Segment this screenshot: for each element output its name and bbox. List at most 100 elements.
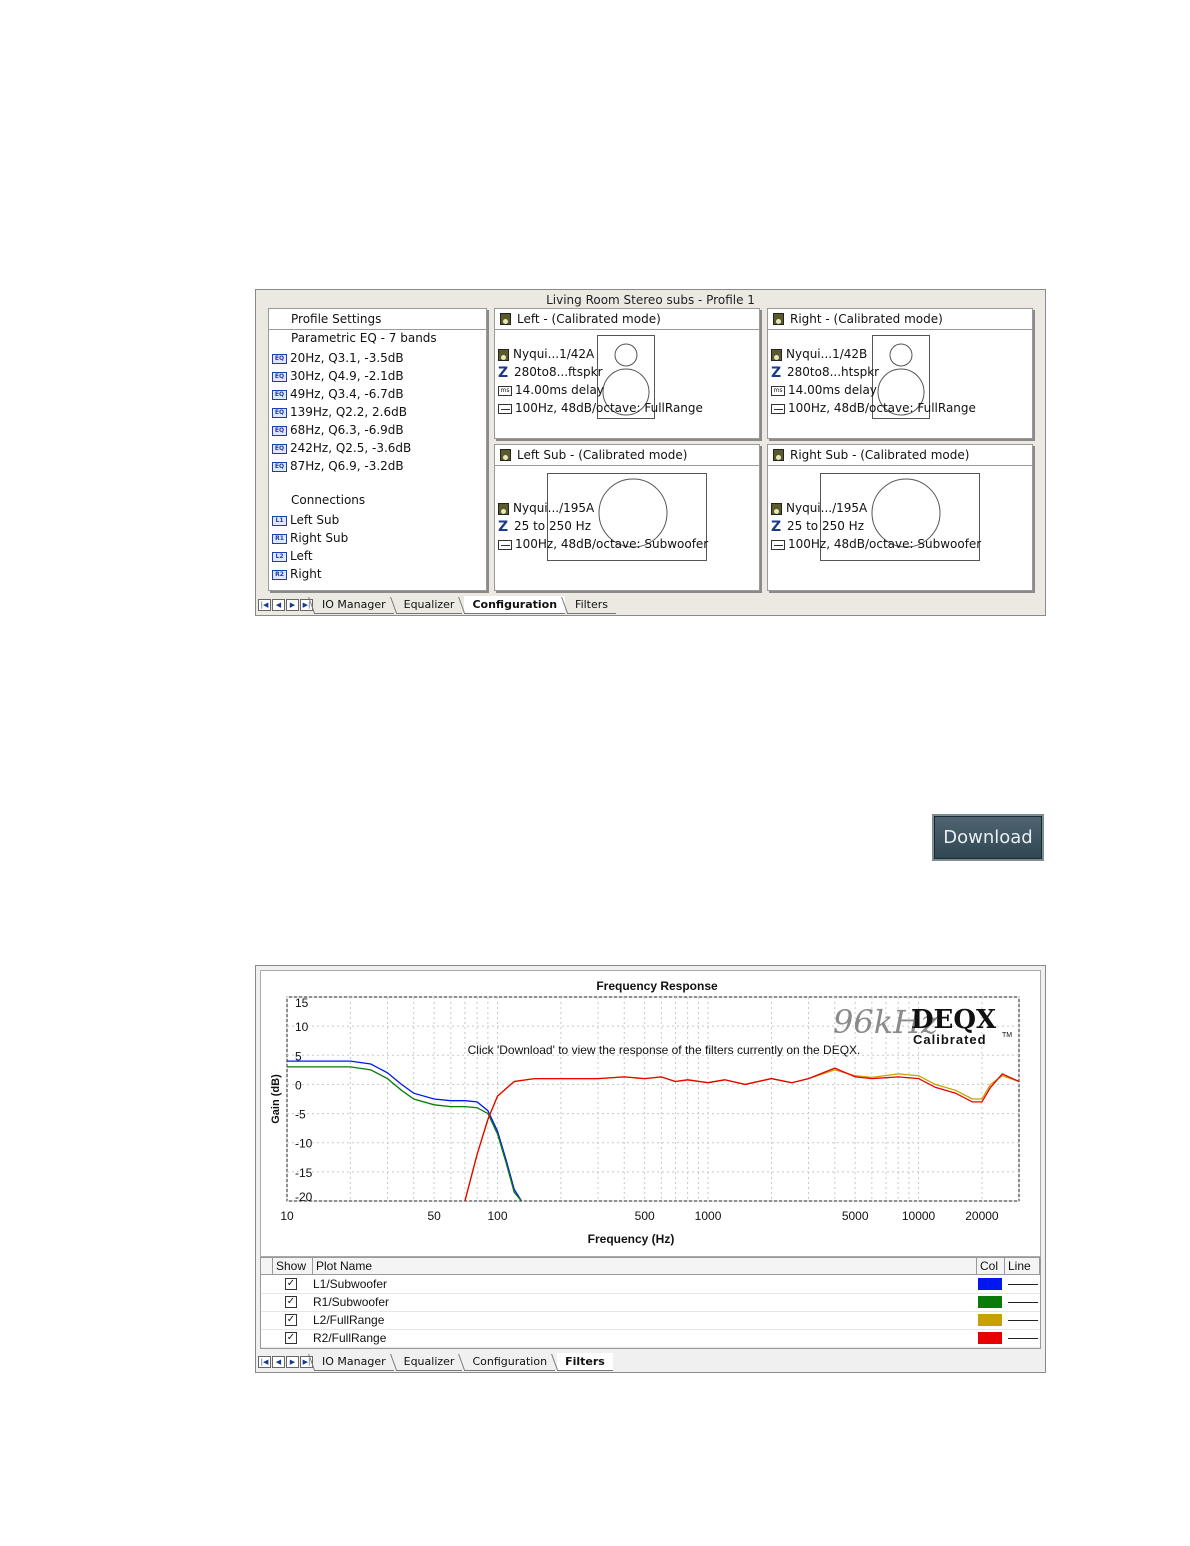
filter-icon — [498, 403, 512, 414]
tab-filters[interactable]: Filters — [567, 596, 617, 614]
show-checkbox[interactable]: ✓ — [285, 1278, 297, 1290]
next-tab-icon[interactable]: ▶ — [286, 598, 299, 611]
prev-tab-icon[interactable]: ◀ — [272, 1355, 285, 1368]
eq-icon: EQ — [272, 425, 287, 436]
connection-icon: R2 — [272, 569, 287, 580]
download-button[interactable]: Download — [932, 814, 1044, 861]
tab-io-manager[interactable]: IO Manager — [314, 1353, 394, 1371]
x-tick-label: 10000 — [902, 1209, 936, 1223]
connection-label: Left Sub — [290, 513, 340, 527]
connection-item[interactable]: R2 Right — [272, 565, 322, 583]
color-swatch[interactable] — [978, 1314, 1002, 1326]
eq-icon: EQ — [272, 407, 287, 418]
connection-item[interactable]: L2 Left — [272, 547, 313, 565]
eq-band-label: 68Hz, Q6.3, -6.9dB — [290, 423, 404, 437]
tab-filters[interactable]: Filters — [557, 1352, 613, 1371]
profile-settings-header: Profile Settings — [269, 309, 486, 330]
first-tab-icon[interactable]: |◀ — [258, 1355, 271, 1368]
color-swatch[interactable] — [978, 1296, 1002, 1308]
delay-value: 14.00ms delay — [788, 383, 877, 397]
connection-icon: L1 — [272, 515, 287, 526]
show-checkbox[interactable]: ✓ — [285, 1332, 297, 1344]
eq-band-item[interactable]: EQ 20Hz, Q3.1, -3.5dB — [272, 349, 404, 367]
tab-equalizer[interactable]: Equalizer — [395, 596, 463, 614]
plot-name: L1/Subwoofer — [313, 1277, 388, 1291]
filter-setting: 100Hz, 48dB/octave: Subwoofer — [788, 537, 982, 551]
color-swatch[interactable] — [978, 1278, 1002, 1290]
eq-band-label: 242Hz, Q2.5, -3.6dB — [290, 441, 412, 455]
channel-title: Left Sub - (Calibrated mode) — [517, 448, 688, 462]
eq-band-label: 20Hz, Q3.1, -3.5dB — [290, 351, 404, 365]
first-tab-icon[interactable]: |◀ — [258, 598, 271, 611]
x-tick-label: 5000 — [842, 1209, 869, 1223]
col-header-col[interactable]: Col — [977, 1258, 1005, 1275]
channel-title: Right Sub - (Calibrated mode) — [790, 448, 970, 462]
delay-icon: ms — [771, 385, 785, 396]
eq-icon: EQ — [272, 443, 287, 454]
speaker-icon — [498, 502, 509, 515]
channel-box-right[interactable]: Right - (Calibrated mode) Nyqui...1/42B … — [767, 308, 1033, 439]
col-header-plot-name[interactable]: Plot Name — [313, 1258, 977, 1275]
filter-icon — [498, 539, 512, 550]
speaker-icon — [771, 348, 782, 361]
prev-tab-icon[interactable]: ◀ — [272, 598, 285, 611]
eq-band-item[interactable]: EQ 139Hz, Q2.2, 2.6dB — [272, 403, 407, 421]
frequency-response-chart: 151050-5-10-15-2010 50 100 500 1000 5000 10000… — [270, 979, 1020, 1246]
tab-io-manager[interactable]: IO Manager — [314, 596, 394, 614]
plot-row[interactable]: ✓ R2/FullRange — [261, 1329, 1040, 1348]
tab-configuration[interactable]: Configuration — [464, 595, 566, 614]
connection-item[interactable]: L1 Left Sub — [272, 511, 339, 529]
x-tick-label: 100 — [488, 1209, 508, 1223]
filter-icon — [771, 539, 785, 550]
plot-row[interactable]: ✓ R1/Subwoofer — [261, 1293, 1040, 1312]
speaker-icon — [773, 313, 784, 325]
col-header-show[interactable]: Show — [273, 1258, 313, 1275]
x-tick-label: 1000 — [695, 1209, 722, 1223]
y-tick-label: 10 — [295, 1020, 309, 1034]
line-style-icon[interactable] — [1008, 1338, 1038, 1339]
line-style-icon[interactable] — [1008, 1320, 1038, 1321]
line-style-icon[interactable] — [1008, 1284, 1038, 1285]
eq-band-item[interactable]: EQ 87Hz, Q6.9, -3.2dB — [272, 457, 404, 475]
speaker-name: Nyqui...1/42B — [786, 347, 868, 361]
plot-name: R2/FullRange — [313, 1331, 387, 1345]
eq-band-label: 139Hz, Q2.2, 2.6dB — [290, 405, 407, 419]
col-header-line[interactable]: Line — [1005, 1258, 1040, 1275]
eq-band-label: 30Hz, Q4.9, -2.1dB — [290, 369, 404, 383]
delay-value: 14.00ms delay — [515, 383, 604, 397]
x-tick-label: 10 — [280, 1209, 294, 1223]
channel-title: Left - (Calibrated mode) — [517, 312, 661, 326]
next-tab-icon[interactable]: ▶ — [286, 1355, 299, 1368]
plot-row[interactable]: ✓ L2/FullRange — [261, 1311, 1040, 1330]
eq-band-item[interactable]: EQ 30Hz, Q4.9, -2.1dB — [272, 367, 404, 385]
channel-box-left[interactable]: Left - (Calibrated mode) Nyqui...1/42A Z… — [494, 308, 760, 439]
connection-label: Right Sub — [290, 531, 349, 545]
eq-band-item[interactable]: EQ 242Hz, Q2.5, -3.6dB — [272, 439, 411, 457]
line-style-icon[interactable] — [1008, 1302, 1038, 1303]
eq-icon: EQ — [272, 353, 287, 364]
chart-title: Frequency Response — [596, 979, 718, 993]
y-tick-label: 0 — [295, 1078, 302, 1092]
y-tick-label: -10 — [295, 1137, 313, 1151]
logo-subtitle: Calibrated — [913, 1032, 987, 1047]
tab-equalizer[interactable]: Equalizer — [395, 1353, 463, 1371]
connection-item[interactable]: R1 Right Sub — [272, 529, 348, 547]
speaker-icon — [773, 449, 784, 461]
speaker-name: Nyqui.../195A — [513, 501, 595, 515]
eq-band-item[interactable]: EQ 49Hz, Q3.4, -6.7dB — [272, 385, 404, 403]
channel-box-right-sub[interactable]: Right Sub - (Calibrated mode) Nyqui.../1… — [767, 444, 1033, 591]
y-tick-label: -20 — [295, 1190, 313, 1204]
speaker-icon — [498, 348, 509, 361]
connection-icon: L2 — [272, 551, 287, 562]
filter-setting: 100Hz, 48dB/octave: Subwoofer — [515, 537, 709, 551]
eq-band-item[interactable]: EQ 68Hz, Q6.3, -6.9dB — [272, 421, 404, 439]
channel-box-left-sub[interactable]: Left Sub - (Calibrated mode) Nyqui.../19… — [494, 444, 760, 591]
tab-configuration[interactable]: Configuration — [464, 1353, 556, 1371]
speaker-icon — [500, 313, 511, 325]
show-checkbox[interactable]: ✓ — [285, 1296, 297, 1308]
color-swatch[interactable] — [978, 1332, 1002, 1344]
driver-range: 25 to 250 Hz — [514, 519, 591, 533]
eq-icon: EQ — [272, 389, 287, 400]
plot-row[interactable]: ✓ L1/Subwoofer — [261, 1275, 1040, 1294]
show-checkbox[interactable]: ✓ — [285, 1314, 297, 1326]
